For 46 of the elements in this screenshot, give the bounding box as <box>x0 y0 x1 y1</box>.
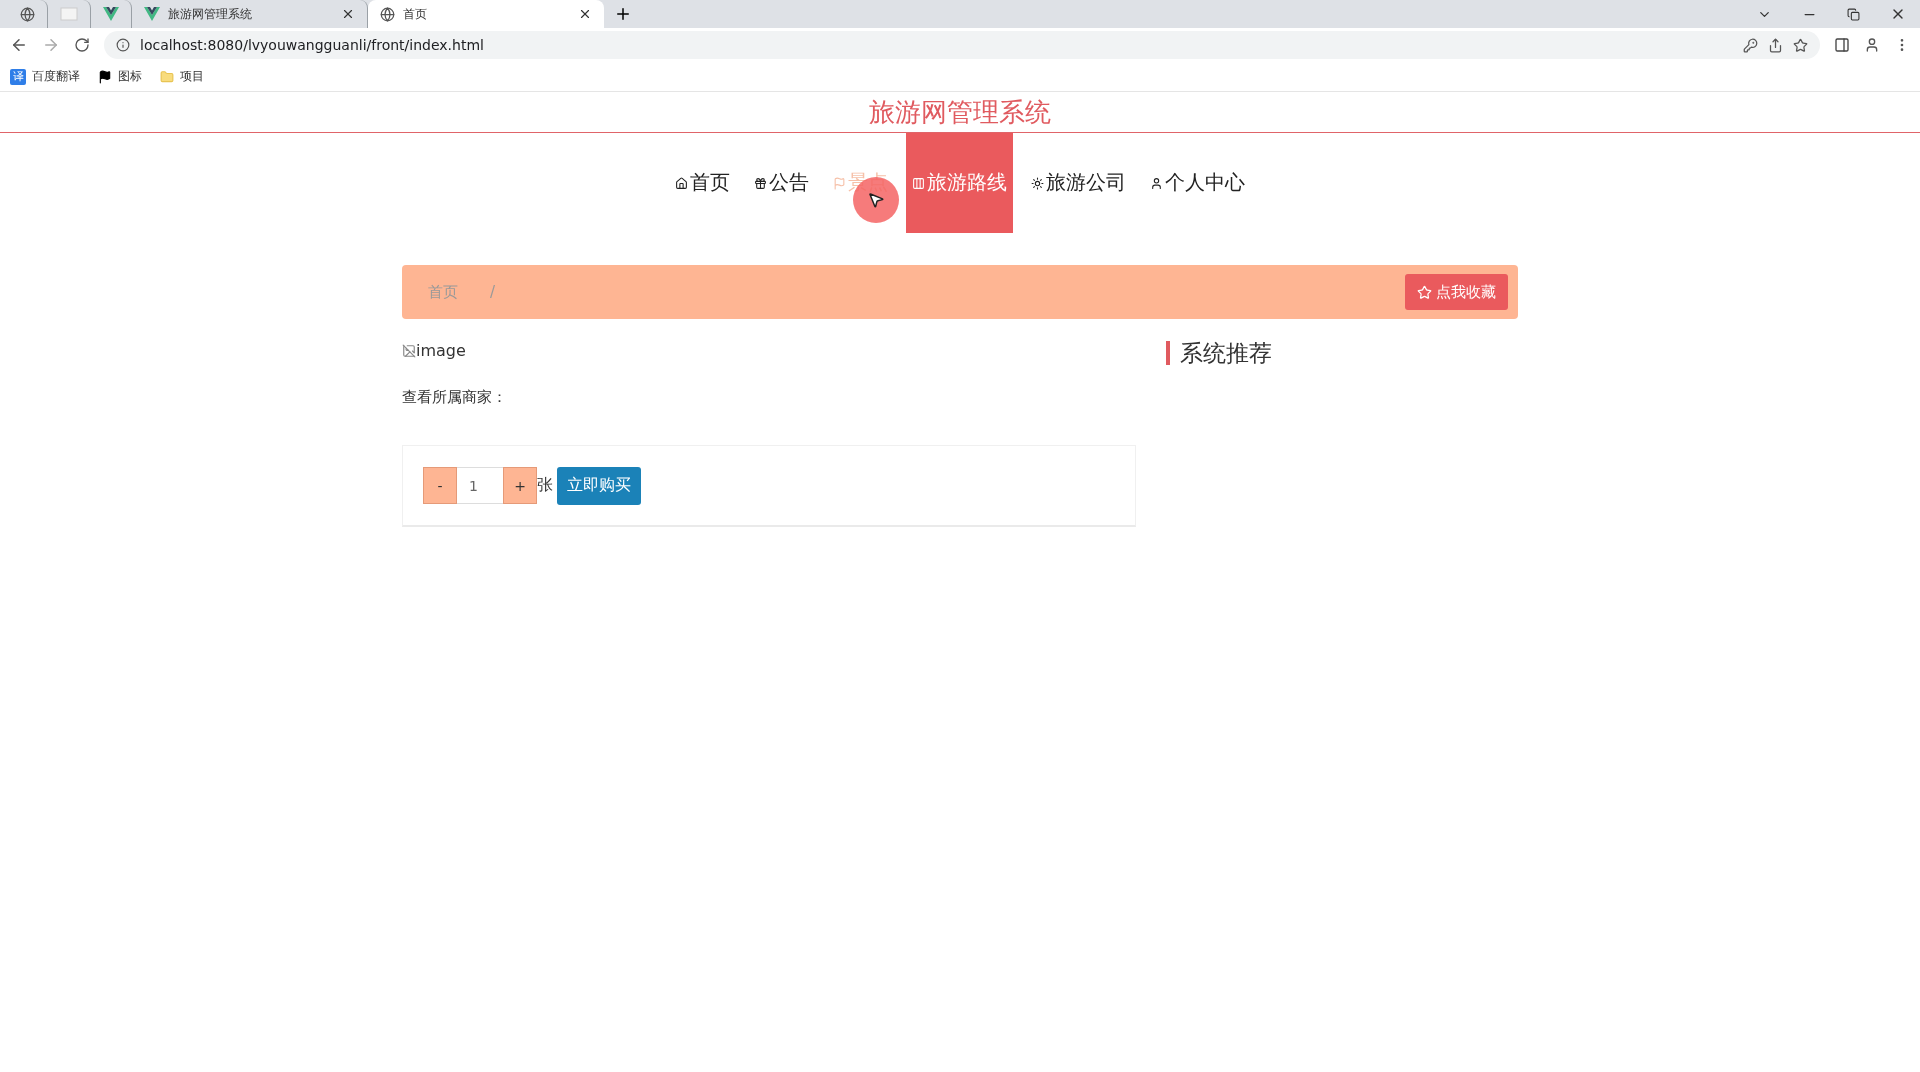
sun-icon <box>1031 177 1044 190</box>
breadcrumb-separator: / <box>490 283 496 301</box>
translate-icon[interactable]: 译 <box>10 68 26 85</box>
v-logo-icon <box>103 7 119 21</box>
nav-link[interactable]: 个人中心 <box>1144 133 1251 233</box>
flag-icon[interactable] <box>98 69 112 84</box>
pointer-icon <box>867 191 885 209</box>
broken-image-icon <box>402 343 416 358</box>
nav-link[interactable]: 旅游公司 <box>1025 133 1132 233</box>
quantity-field[interactable]: 1 <box>457 467 503 504</box>
restore-icon[interactable] <box>1847 7 1860 21</box>
unit-label: 张 <box>537 475 553 496</box>
section-title: 系统推荐 <box>1166 341 1518 365</box>
new-tab-icon[interactable] <box>614 5 632 23</box>
v-logo-icon <box>144 7 160 21</box>
info-icon[interactable] <box>116 38 130 52</box>
browser-tab[interactable]: 首页 <box>368 0 604 28</box>
reload-icon[interactable] <box>74 37 90 53</box>
gift-icon <box>754 177 767 190</box>
buy-now-button[interactable]: 立即购买 <box>557 466 641 505</box>
nav-link[interactable]: 首页 <box>669 133 736 233</box>
close-icon[interactable] <box>341 7 355 21</box>
close-icon[interactable] <box>578 7 592 21</box>
columns-icon <box>912 177 925 190</box>
side-panel-icon[interactable] <box>1834 37 1850 53</box>
globe-icon <box>20 6 35 22</box>
merchant-label: 查看所属商家： <box>402 388 508 407</box>
site-title: 旅游网管理系统 <box>869 95 1051 129</box>
profile-icon[interactable] <box>1864 37 1880 53</box>
user-icon <box>1150 177 1163 190</box>
home-icon <box>675 177 688 190</box>
page-icon <box>60 7 78 21</box>
flag-icon <box>833 177 846 190</box>
bookmark-link[interactable]: 项目 <box>180 68 204 85</box>
star-icon <box>1417 284 1432 300</box>
share-icon[interactable] <box>1768 37 1783 53</box>
increase-button[interactable]: + <box>503 467 537 504</box>
bookmark-star-icon[interactable] <box>1793 37 1808 53</box>
decrease-button[interactable]: - <box>423 467 457 504</box>
bookmark-link[interactable]: 百度翻译 <box>32 68 80 85</box>
nav-link[interactable]: 公告 <box>748 133 815 233</box>
broken-image: image <box>402 341 1136 360</box>
globe-icon <box>380 6 395 22</box>
bookmark-link[interactable]: 图标 <box>118 68 142 85</box>
back-icon[interactable] <box>10 36 28 54</box>
key-icon[interactable] <box>1743 37 1758 53</box>
